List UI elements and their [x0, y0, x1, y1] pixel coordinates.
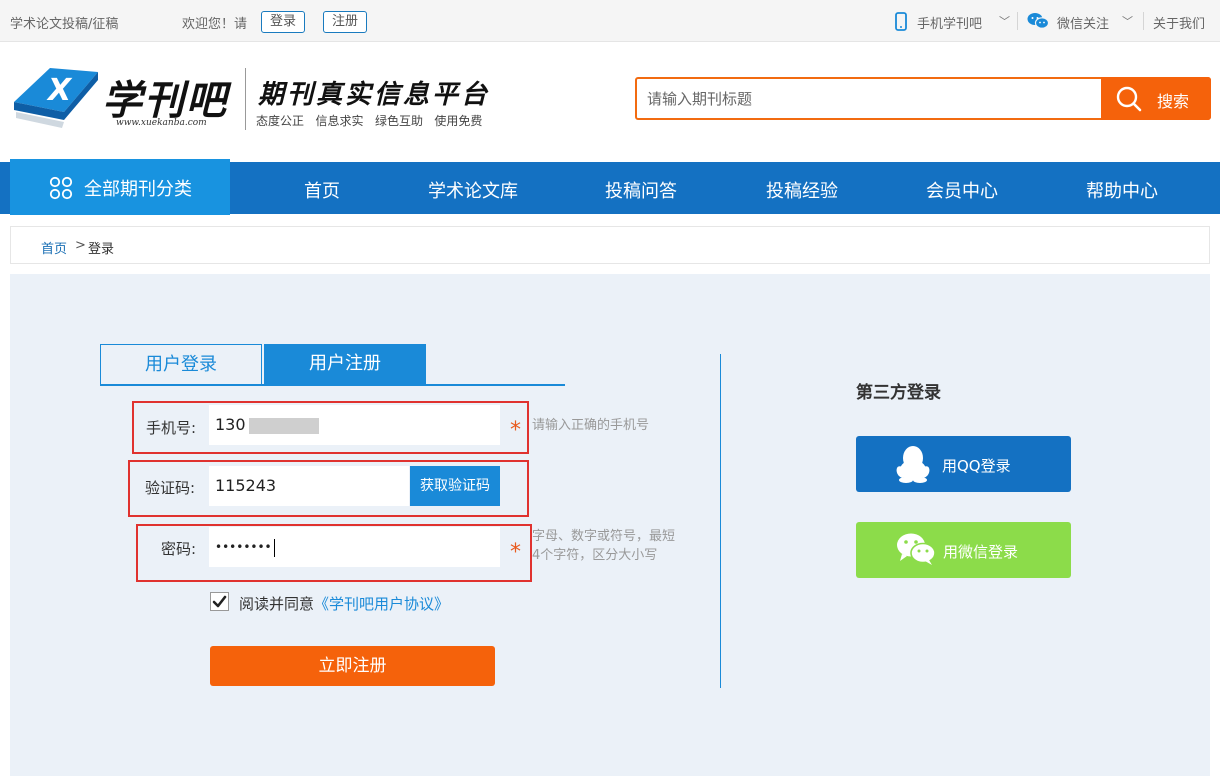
checkmark-icon — [212, 595, 227, 608]
phone-label: 手机号: — [146, 419, 197, 437]
welcome-text: 欢迎您！请 — [182, 17, 248, 32]
chevron-down-icon: ﹀ — [999, 15, 1010, 28]
required-mark: * — [510, 418, 521, 443]
password-value: •••••••• — [215, 540, 272, 554]
site-logo[interactable]: X 学刊吧 www.xuekanba.com 期刊真实信息平台 态度公正 信息求… — [10, 62, 510, 134]
wechat-login-label: 用微信登录 — [943, 543, 1019, 561]
all-categories-label: 全部期刊分类 — [84, 179, 192, 200]
nav-item-member-center[interactable]: 会员中心 — [926, 177, 998, 203]
qq-login-label: 用QQ登录 — [942, 457, 1011, 475]
nav-item-submission-qa[interactable]: 投稿问答 — [605, 177, 677, 203]
nav-item-home[interactable]: 首页 — [304, 177, 340, 203]
wechat-login-button[interactable]: 用微信登录 — [856, 522, 1071, 578]
logo-divider — [245, 68, 246, 130]
search-button-label: 搜索 — [1157, 92, 1190, 111]
nav-item-help-center[interactable]: 帮助中心 — [1086, 177, 1158, 203]
mobile-label: 手机学刊吧 — [917, 17, 983, 32]
main-nav: 全部期刊分类 首页 学术论文库 投稿问答 投稿经验 会员中心 帮助中心 — [0, 159, 1220, 215]
agree-checkbox[interactable] — [210, 592, 229, 611]
nav-item-paper-library[interactable]: 学术论文库 — [428, 177, 518, 203]
search-icon — [1116, 86, 1142, 112]
logo-slogan: 期刊真实信息平台 — [258, 80, 491, 110]
agreement-text: 阅读并同意《学刊吧用户协议》 — [239, 593, 449, 614]
password-hint-line2: 4个字符，区分大小写 — [532, 548, 658, 563]
agreement-label: 阅读并同意 — [239, 595, 315, 613]
phone-hint: 请输入正确的手机号 — [532, 418, 650, 433]
logo-url: www.xuekanba.com — [116, 118, 207, 128]
third-party-title: 第三方登录 — [856, 383, 941, 403]
tab-underline — [100, 384, 565, 386]
divider — [1143, 12, 1144, 30]
search-input[interactable] — [637, 79, 1103, 118]
breadcrumb-separator: > — [75, 238, 86, 253]
required-mark: * — [510, 540, 521, 565]
code-value: 115243 — [215, 476, 277, 495]
top-bar: 学术论文投稿/征稿 欢迎您！请 登录 注册 手机学刊吧 ﹀ 微信关注 ﹀ 关于我… — [0, 0, 1220, 42]
register-now-button[interactable]: 立即注册 — [210, 646, 495, 686]
verification-code-input[interactable]: 115243 — [209, 466, 409, 506]
about-us-link[interactable]: 关于我们 — [1153, 13, 1205, 32]
password-label: 密码: — [161, 540, 197, 558]
wechat-follow-label: 微信关注 — [1057, 17, 1110, 32]
breadcrumb-current: 登录 — [88, 242, 115, 257]
logo-motto: 态度公正 信息求实 绿色互助 使用免费 — [256, 114, 483, 128]
top-login-button[interactable]: 登录 — [261, 11, 306, 33]
divider — [1017, 12, 1018, 30]
tab-user-register[interactable]: 用户注册 — [264, 344, 426, 386]
top-register-button[interactable]: 注册 — [323, 11, 368, 33]
breadcrumb: 首页 > 登录 — [10, 226, 1210, 264]
user-agreement-link[interactable]: 《学刊吧用户协议》 — [314, 595, 449, 613]
search-box: 搜索 — [635, 77, 1211, 120]
book-logo-icon: X — [14, 68, 98, 128]
qq-penguin-icon — [896, 446, 930, 483]
vertical-divider — [720, 354, 721, 688]
search-button[interactable]: 搜索 — [1101, 77, 1211, 120]
wechat-icon — [897, 533, 936, 565]
breadcrumb-home[interactable]: 首页 — [41, 238, 67, 257]
chevron-down-icon: ﹀ — [1122, 15, 1133, 28]
phone-input[interactable]: 130 — [209, 405, 500, 445]
redacted-digits — [248, 417, 319, 434]
text-caret — [273, 538, 275, 557]
nav-item-submission-experience[interactable]: 投稿经验 — [766, 177, 838, 203]
tab-user-login[interactable]: 用户登录 — [100, 344, 262, 386]
get-code-button[interactable]: 获取验证码 — [410, 466, 500, 506]
svg-text:X: X — [46, 73, 73, 108]
code-label: 验证码: — [145, 479, 196, 497]
phone-value: 130 — [215, 415, 246, 434]
phone-icon — [895, 12, 907, 31]
qq-login-button[interactable]: 用QQ登录 — [856, 436, 1071, 492]
grid-icon — [49, 176, 73, 200]
password-input[interactable]: •••••••• — [209, 527, 500, 567]
password-hint-line1: 字母、数字或符号，最短 — [532, 529, 676, 544]
site-tagline[interactable]: 学术论文投稿/征稿 — [10, 13, 118, 32]
all-categories-button[interactable]: 全部期刊分类 — [10, 159, 230, 215]
wechat-icon — [1027, 13, 1049, 29]
